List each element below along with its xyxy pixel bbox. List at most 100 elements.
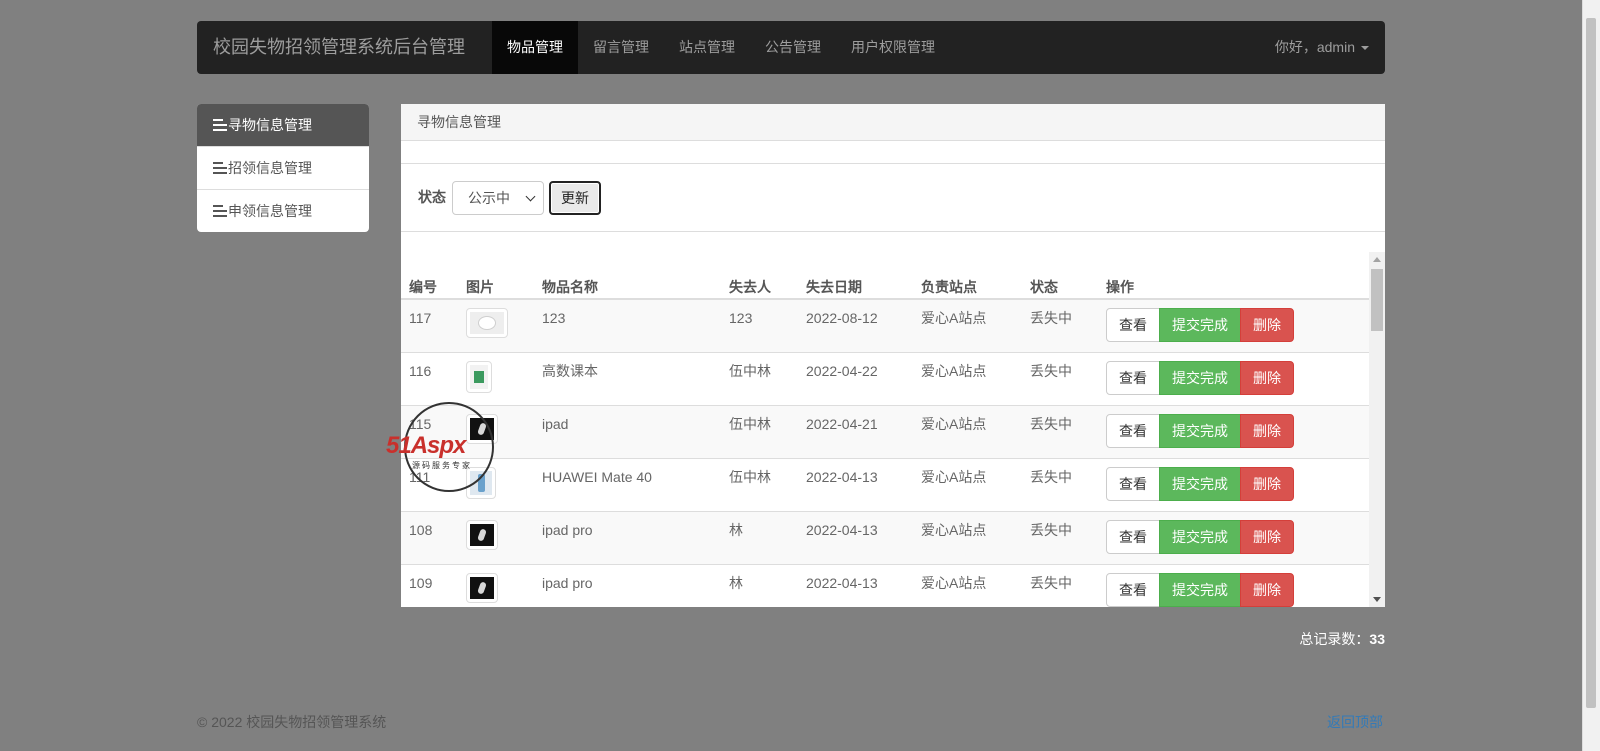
complete-button[interactable]: 提交完成 xyxy=(1159,360,1241,395)
delete-button[interactable]: 删除 xyxy=(1240,466,1294,501)
delete-button[interactable]: 删除 xyxy=(1240,413,1294,448)
sidebar: 寻物信息管理 招领信息管理 申领信息管理 xyxy=(197,104,369,232)
view-button[interactable]: 查看 xyxy=(1106,360,1160,395)
table-scrollbar-thumb[interactable] xyxy=(1371,269,1383,331)
item-thumbnail[interactable] xyxy=(466,572,498,603)
sidebar-item-found[interactable]: 招领信息管理 xyxy=(197,147,369,190)
caret-down-icon xyxy=(1361,46,1369,51)
view-button[interactable]: 查看 xyxy=(1106,413,1160,448)
column-header-image: 图片 xyxy=(458,252,534,300)
cell-loser: 伍中林 xyxy=(721,457,798,511)
cell-loser: 伍中林 xyxy=(721,404,798,458)
cell-loser: 123 xyxy=(721,298,798,352)
complete-button[interactable]: 提交完成 xyxy=(1159,572,1241,607)
cell-id: 117 xyxy=(401,298,458,352)
table-scrollbar[interactable] xyxy=(1369,252,1385,607)
nav-item-goods[interactable]: 物品管理 xyxy=(492,21,578,74)
column-header-name: 物品名称 xyxy=(534,252,721,300)
table-row: 116 高数课本 伍中林 2022-04-22 爱心A站点 丢失中 查看 提交完… xyxy=(401,351,1369,405)
complete-button[interactable]: 提交完成 xyxy=(1159,413,1241,448)
status-select-value: 公示中 xyxy=(468,190,510,206)
sidebar-item-label: 申领信息管理 xyxy=(228,203,312,219)
cell-site: 爱心A站点 xyxy=(913,298,1022,352)
user-menu[interactable]: 你好，admin xyxy=(1275,21,1369,74)
cell-loser: 林 xyxy=(721,510,798,564)
cell-status: 丢失中 xyxy=(1022,298,1098,352)
row-actions: 查看 提交完成 删除 xyxy=(1106,360,1361,395)
item-thumbnail[interactable] xyxy=(466,519,498,550)
back-to-top-link[interactable]: 返回顶部 xyxy=(1327,712,1383,732)
column-header-status: 状态 xyxy=(1022,252,1098,300)
cell-status: 丢失中 xyxy=(1022,351,1098,405)
cell-loser: 伍中林 xyxy=(721,351,798,405)
brand-title[interactable]: 校园失物招领管理系统后台管理 xyxy=(213,21,465,74)
sidebar-item-label: 招领信息管理 xyxy=(228,160,312,176)
main-panel: 寻物信息管理 状态 公示中 更新 编号 图片 物品名称 失去人 失去日期 负责站… xyxy=(401,104,1385,607)
delete-button[interactable]: 删除 xyxy=(1240,572,1294,607)
column-header-actions: 操作 xyxy=(1098,252,1369,300)
item-thumbnail[interactable] xyxy=(466,360,492,393)
complete-button[interactable]: 提交完成 xyxy=(1159,519,1241,554)
page-scrollbar-thumb[interactable] xyxy=(1586,18,1596,708)
status-filter-label: 状态 xyxy=(418,189,446,205)
ipad-photo xyxy=(470,576,494,599)
cell-status: 丢失中 xyxy=(1022,563,1098,607)
column-header-id: 编号 xyxy=(401,252,458,300)
view-button[interactable]: 查看 xyxy=(1106,308,1160,342)
delete-button[interactable]: 删除 xyxy=(1240,360,1294,395)
sidebar-item-label: 寻物信息管理 xyxy=(228,117,312,133)
table-row: 108 ipad pro 林 2022-04-13 爱心A站点 丢失中 查看 提… xyxy=(401,510,1369,564)
chevron-down-icon xyxy=(525,191,536,202)
item-thumbnail[interactable] xyxy=(466,308,508,338)
cell-site: 爱心A站点 xyxy=(913,351,1022,405)
nav-item-permissions[interactable]: 用户权限管理 xyxy=(836,21,950,74)
cell-loser: 林 xyxy=(721,563,798,607)
lost-items-table-container: 编号 图片 物品名称 失去人 失去日期 负责站点 状态 操作 117 123 1… xyxy=(401,252,1385,607)
scroll-up-arrow-icon[interactable] xyxy=(1373,257,1381,262)
sidebar-item-lost[interactable]: 寻物信息管理 xyxy=(197,104,369,147)
row-actions: 查看 提交完成 删除 xyxy=(1106,572,1361,607)
sidebar-item-claims[interactable]: 申领信息管理 xyxy=(197,190,369,232)
cell-name: ipad pro xyxy=(534,563,721,607)
total-records-count: 33 xyxy=(1369,631,1385,647)
table-header-row: 编号 图片 物品名称 失去人 失去日期 负责站点 状态 操作 xyxy=(401,252,1369,300)
cell-name: 123 xyxy=(534,298,721,352)
cell-name: HUAWEI Mate 40 xyxy=(534,457,721,511)
cell-id: 109 xyxy=(401,563,458,607)
cell-name: ipad xyxy=(534,404,721,458)
list-icon xyxy=(213,162,227,174)
cell-id: 108 xyxy=(401,510,458,564)
nav-item-notices[interactable]: 公告管理 xyxy=(750,21,836,74)
update-button[interactable]: 更新 xyxy=(549,181,601,215)
cell-date: 2022-04-21 xyxy=(798,404,913,458)
scroll-down-arrow-icon[interactable] xyxy=(1373,597,1381,602)
cell-site: 爱心A站点 xyxy=(913,510,1022,564)
view-button[interactable]: 查看 xyxy=(1106,519,1160,554)
delete-button[interactable]: 删除 xyxy=(1240,308,1294,342)
table-row: 111 HUAWEI Mate 40 伍中林 2022-04-13 爱心A站点 … xyxy=(401,457,1369,511)
table-row: 115 ipad 伍中林 2022-04-21 爱心A站点 丢失中 查看 提交完… xyxy=(401,404,1369,458)
panel-heading: 寻物信息管理 xyxy=(401,104,1385,141)
view-button[interactable]: 查看 xyxy=(1106,572,1160,607)
column-header-loser: 失去人 xyxy=(721,252,798,300)
cell-date: 2022-04-13 xyxy=(798,563,913,607)
nav-item-messages[interactable]: 留言管理 xyxy=(578,21,664,74)
list-icon xyxy=(213,205,227,217)
row-actions: 查看 提交完成 删除 xyxy=(1106,519,1361,554)
cell-status: 丢失中 xyxy=(1022,404,1098,458)
view-button[interactable]: 查看 xyxy=(1106,466,1160,501)
dog-photo xyxy=(470,312,504,334)
cell-status: 丢失中 xyxy=(1022,457,1098,511)
status-select[interactable]: 公示中 xyxy=(452,181,544,215)
list-icon xyxy=(213,119,227,131)
ipad-photo xyxy=(470,523,494,546)
complete-button[interactable]: 提交完成 xyxy=(1159,308,1241,342)
textbook-photo xyxy=(470,364,488,389)
complete-button[interactable]: 提交完成 xyxy=(1159,466,1241,501)
table-row: 109 ipad pro 林 2022-04-13 爱心A站点 丢失中 查看 提… xyxy=(401,563,1369,607)
footer-copyright: © 2022 校园失物招领管理系统 xyxy=(197,714,387,730)
delete-button[interactable]: 删除 xyxy=(1240,519,1294,554)
page-scrollbar[interactable] xyxy=(1582,0,1600,751)
nav-item-sites[interactable]: 站点管理 xyxy=(664,21,750,74)
column-header-site: 负责站点 xyxy=(913,252,1022,300)
